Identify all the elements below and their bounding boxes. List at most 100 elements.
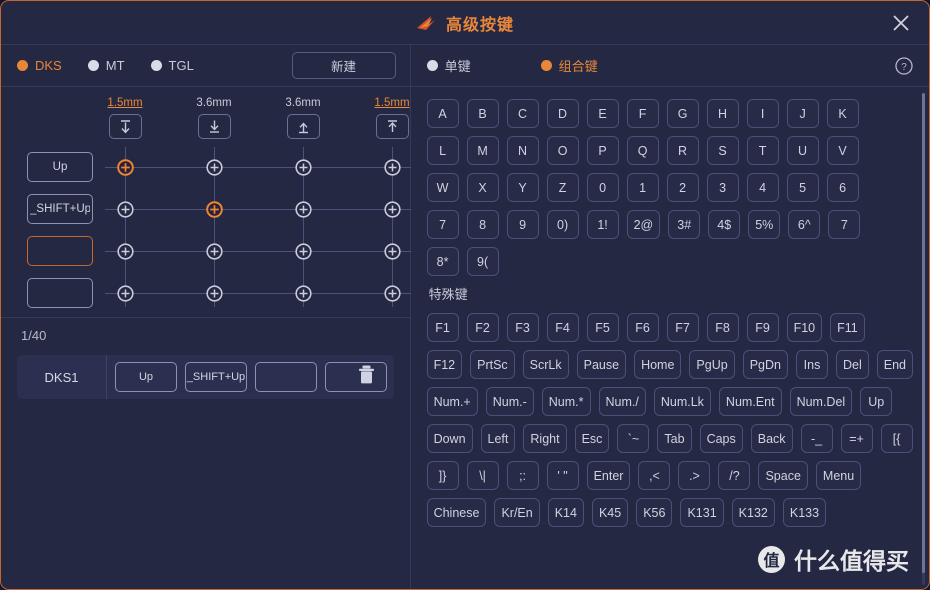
key-button[interactable]: -_: [800, 424, 833, 453]
key-button[interactable]: J: [786, 99, 819, 128]
key-button[interactable]: 5: [786, 173, 819, 202]
key-button[interactable]: 4$: [708, 210, 741, 239]
key-button[interactable]: Num.*: [541, 387, 591, 416]
matrix-node-0-3[interactable]: [383, 158, 401, 176]
key-button[interactable]: F12: [426, 350, 463, 379]
key-button[interactable]: 9: [506, 210, 539, 239]
profile-slot-0[interactable]: Up: [115, 362, 177, 392]
key-button[interactable]: 7: [828, 210, 861, 239]
key-button[interactable]: PgDn: [742, 350, 788, 379]
key-button[interactable]: K133: [782, 498, 827, 527]
matrix-node-3-0[interactable]: [116, 284, 134, 302]
matrix-node-3-3[interactable]: [383, 284, 401, 302]
key-button[interactable]: N: [506, 136, 539, 165]
key-button[interactable]: Back: [750, 424, 793, 453]
matrix-node-3-1[interactable]: [205, 284, 223, 302]
matrix-node-1-1[interactable]: [205, 200, 223, 218]
key-button[interactable]: Caps: [699, 424, 743, 453]
key-button[interactable]: ' ": [546, 461, 579, 490]
key-button[interactable]: Up: [860, 387, 893, 416]
key-button[interactable]: M: [466, 136, 499, 165]
key-button[interactable]: 9(: [466, 247, 499, 276]
key-button[interactable]: 2@: [626, 210, 661, 239]
key-button[interactable]: ;:: [506, 461, 539, 490]
close-icon[interactable]: [887, 9, 915, 37]
key-button[interactable]: \|: [466, 461, 499, 490]
matrix-row-input-0[interactable]: [27, 152, 93, 182]
key-button[interactable]: E: [586, 99, 619, 128]
matrix-node-2-0[interactable]: [116, 242, 134, 260]
key-button[interactable]: K: [826, 99, 859, 128]
key-button[interactable]: Q: [626, 136, 659, 165]
table-row[interactable]: DKS1 Up _SHIFT+Up: [17, 355, 394, 399]
key-button[interactable]: W: [426, 173, 459, 202]
key-button[interactable]: F11: [830, 313, 865, 342]
key-button[interactable]: 1!: [586, 210, 619, 239]
matrix-node-2-2[interactable]: [294, 242, 312, 260]
key-button[interactable]: K45: [591, 498, 629, 527]
keytype-radio-combo[interactable]: 组合键: [540, 56, 598, 75]
matrix-row-input-1[interactable]: [27, 194, 93, 224]
key-button[interactable]: F2: [466, 313, 499, 342]
key-button[interactable]: Chinese: [426, 498, 487, 527]
key-button[interactable]: F3: [506, 313, 539, 342]
key-button[interactable]: PrtSc: [470, 350, 515, 379]
key-button[interactable]: Menu: [815, 461, 862, 490]
key-button[interactable]: P: [586, 136, 619, 165]
key-button[interactable]: /?: [718, 461, 751, 490]
question-circle-icon[interactable]: ?: [895, 56, 913, 75]
key-button[interactable]: F8: [706, 313, 739, 342]
mode-radio-tgl[interactable]: TGL: [150, 58, 194, 73]
key-button[interactable]: Num.Lk: [653, 387, 711, 416]
keytype-radio-single[interactable]: 单键: [426, 56, 471, 75]
key-button[interactable]: F5: [586, 313, 619, 342]
key-button[interactable]: 4: [746, 173, 779, 202]
key-button[interactable]: I: [746, 99, 779, 128]
key-button[interactable]: 6: [826, 173, 859, 202]
key-button[interactable]: C: [506, 99, 539, 128]
key-button[interactable]: U: [786, 136, 819, 165]
mode-radio-mt[interactable]: MT: [87, 58, 125, 73]
mode-radio-dks[interactable]: DKS: [17, 58, 62, 73]
key-button[interactable]: D: [546, 99, 579, 128]
key-button[interactable]: B: [466, 99, 499, 128]
key-button[interactable]: K132: [731, 498, 775, 527]
key-button[interactable]: Tab: [657, 424, 692, 453]
key-button[interactable]: F10: [786, 313, 823, 342]
matrix-node-3-2[interactable]: [294, 284, 312, 302]
key-button[interactable]: 3: [706, 173, 739, 202]
key-button[interactable]: K131: [680, 498, 724, 527]
key-button[interactable]: Ins: [795, 350, 828, 379]
key-button[interactable]: Left: [480, 424, 516, 453]
key-button[interactable]: .>: [678, 461, 711, 490]
profile-slot-1[interactable]: _SHIFT+Up: [185, 362, 247, 392]
key-button[interactable]: F: [626, 99, 659, 128]
key-button[interactable]: Esc: [574, 424, 610, 453]
key-button[interactable]: 2: [666, 173, 699, 202]
matrix-node-0-0[interactable]: [116, 158, 134, 176]
arrow-up-from-bar-icon[interactable]: [286, 114, 320, 139]
key-button[interactable]: 6^: [788, 210, 821, 239]
matrix-node-2-3[interactable]: [383, 242, 401, 260]
matrix-node-0-1[interactable]: [205, 158, 223, 176]
key-button[interactable]: V: [826, 136, 859, 165]
key-button[interactable]: Num.Del: [789, 387, 853, 416]
matrix-node-2-1[interactable]: [205, 242, 223, 260]
key-button[interactable]: =+: [840, 424, 873, 453]
key-button[interactable]: S: [706, 136, 739, 165]
key-button[interactable]: Y: [506, 173, 539, 202]
key-button[interactable]: Down: [426, 424, 473, 453]
key-button[interactable]: L: [426, 136, 459, 165]
key-button[interactable]: Home: [634, 350, 682, 379]
key-button[interactable]: Z: [546, 173, 579, 202]
key-button[interactable]: Enter: [586, 461, 631, 490]
key-button[interactable]: PgUp: [689, 350, 735, 379]
key-button[interactable]: 0: [586, 173, 619, 202]
arrow-up-to-bar-icon[interactable]: [375, 114, 409, 139]
key-button[interactable]: Num.+: [426, 387, 478, 416]
matrix-row-input-2[interactable]: [27, 236, 93, 266]
key-button[interactable]: `~: [617, 424, 650, 453]
key-button[interactable]: Kr/En: [494, 498, 540, 527]
key-button[interactable]: K56: [636, 498, 673, 527]
key-button[interactable]: 5%: [748, 210, 781, 239]
